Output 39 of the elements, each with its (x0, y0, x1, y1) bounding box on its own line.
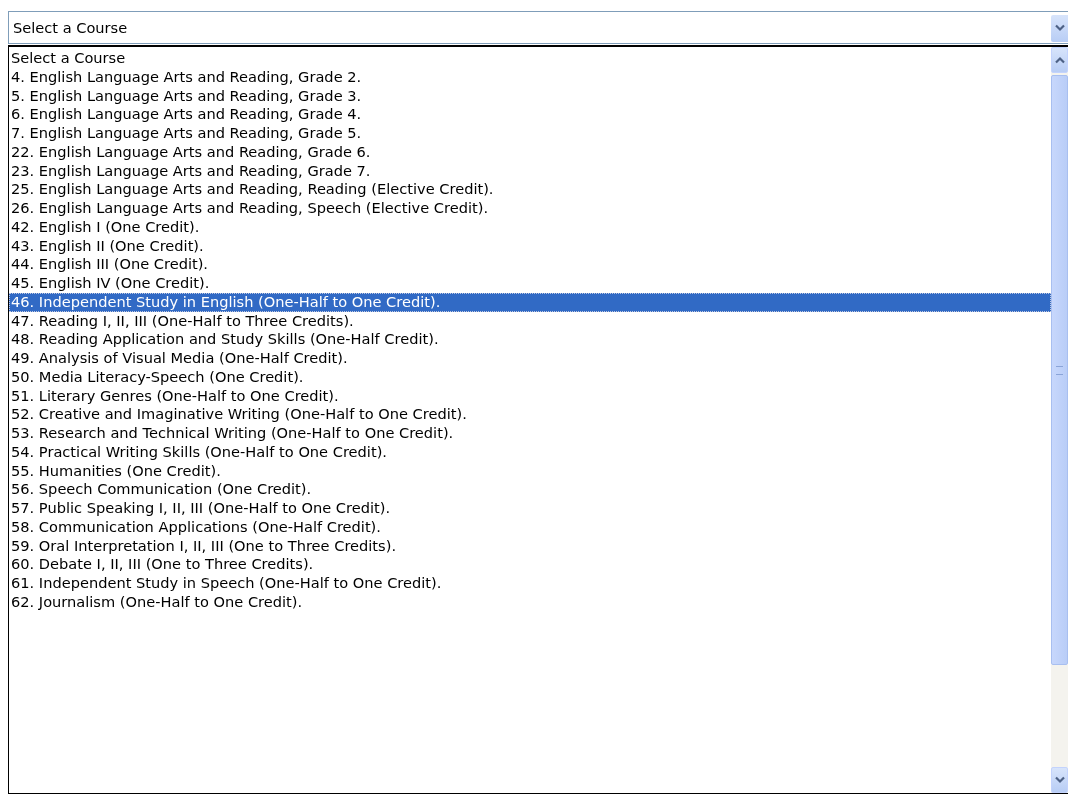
course-option[interactable]: 42. English I (One Credit). (9, 217, 1051, 237)
course-option[interactable]: 22. English Language Arts and Reading, Grade 6. (9, 142, 1051, 162)
dropdown-button[interactable] (1051, 14, 1068, 42)
course-option[interactable]: 55. Humanities (One Credit). (9, 461, 1051, 481)
course-option[interactable]: 60. Debate I, II, III (One to Three Credits). (9, 555, 1051, 574)
course-option[interactable]: 59. Oral Interpretation I, II, III (One to Three Credits). (9, 536, 1051, 556)
course-option[interactable]: 25. English Language Arts and Reading, Reading (Elective Credit). (9, 180, 1051, 199)
course-option[interactable]: 26. English Language Arts and Reading, Speech (Elective Credit). (9, 199, 1051, 218)
course-option[interactable]: 44. English III (One Credit). (9, 255, 1051, 274)
course-option[interactable]: 45. English IV (One Credit). (9, 274, 1051, 293)
course-option[interactable]: 54. Practical Writing Skills (One-Half to One Credit). (9, 442, 1051, 462)
course-option[interactable]: 58. Communication Applications (One-Half Credit). (9, 517, 1051, 537)
course-option[interactable]: 46. Independent Study in English (One-Half to One Credit). (9, 292, 1051, 312)
chevron-down-icon (1054, 24, 1065, 32)
course-option[interactable]: 6. English Language Arts and Reading, Grade 4. (9, 105, 1051, 124)
chevron-up-icon (1054, 56, 1065, 64)
chevron-down-icon (1054, 776, 1065, 784)
course-option[interactable]: 4. English Language Arts and Reading, Grade 2. (9, 67, 1051, 87)
scroll-down-button[interactable] (1051, 767, 1068, 793)
scrollbar[interactable] (1051, 47, 1068, 793)
course-option[interactable]: 23. English Language Arts and Reading, Grade 7. (9, 161, 1051, 181)
course-option[interactable]: 50. Media Literacy-Speech (One Credit). (9, 367, 1051, 387)
course-option[interactable]: 56. Speech Communication (One Credit). (9, 480, 1051, 499)
scroll-up-button[interactable] (1051, 47, 1068, 73)
course-option[interactable]: 47. Reading I, II, III (One-Half to Three Credits). (9, 311, 1051, 331)
course-option[interactable]: 7. English Language Arts and Reading, Grade 5. (9, 124, 1051, 143)
course-option[interactable]: 48. Reading Application and Study Skills (One-Half Credit). (9, 330, 1051, 349)
course-option[interactable]: 51. Literary Genres (One-Half to One Credit). (9, 386, 1051, 406)
course-option[interactable]: 53. Research and Technical Writing (One-Half to One Credit). (9, 424, 1051, 443)
course-option[interactable]: 61. Independent Study in Speech (One-Half to One Credit). (9, 574, 1051, 593)
course-option[interactable]: 49. Analysis of Visual Media (One-Half Credit). (9, 349, 1051, 368)
course-option[interactable]: 43. English II (One Credit). (9, 236, 1051, 256)
course-option[interactable]: 57. Public Speaking I, II, III (One-Half to One Credit). (9, 499, 1051, 518)
scroll-thumb[interactable] (1051, 75, 1068, 665)
course-option[interactable]: Select a Course (9, 49, 1051, 68)
course-select[interactable]: Select a Course (8, 11, 1068, 44)
course-option[interactable]: 5. English Language Arts and Reading, Grade 3. (9, 86, 1051, 106)
course-option[interactable]: 62. Journalism (One-Half to One Credit). (9, 592, 1051, 612)
course-option[interactable]: 52. Creative and Imaginative Writing (One-Half to One Credit). (9, 405, 1051, 424)
